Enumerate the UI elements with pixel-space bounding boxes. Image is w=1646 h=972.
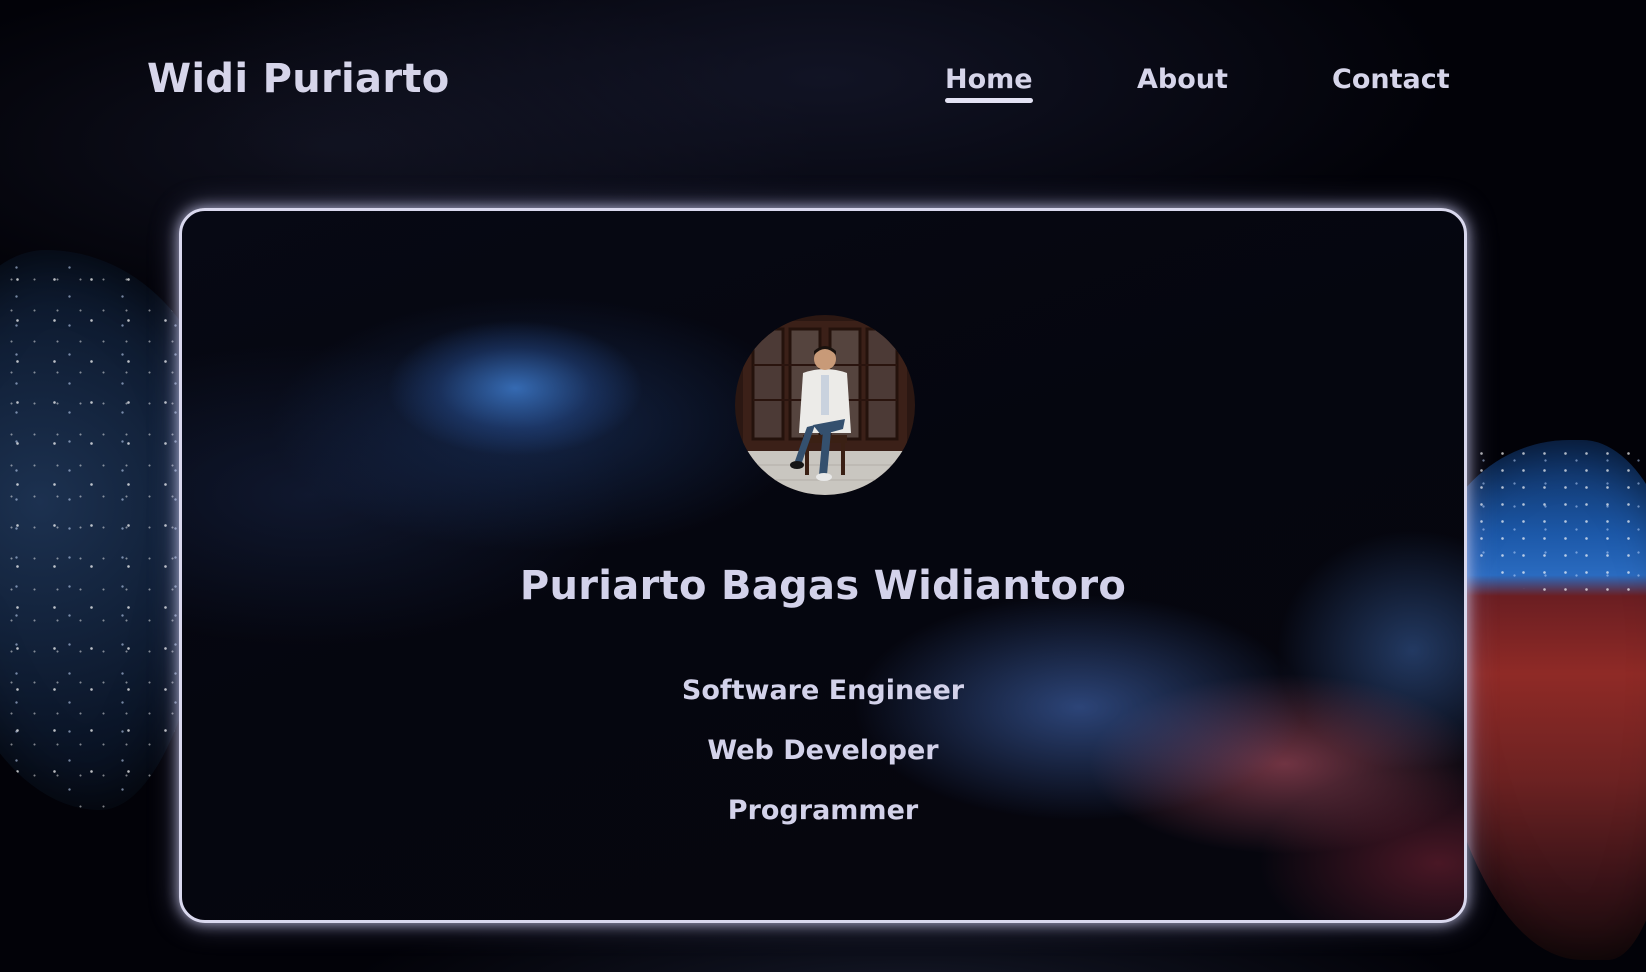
role-item: Web Developer bbox=[707, 735, 939, 766]
profile-photo-avatar bbox=[735, 315, 915, 495]
nav-link-contact[interactable]: Contact bbox=[1332, 64, 1450, 101]
nav-link-about[interactable]: About bbox=[1137, 64, 1228, 101]
main-nav: Home About Contact bbox=[0, 64, 1646, 114]
role-item: Programmer bbox=[727, 795, 919, 826]
hero-name: Puriarto Bagas Widiantoro bbox=[519, 563, 1127, 609]
role-list: Software Engineer Web Developer Programm… bbox=[182, 671, 1464, 851]
site-header: Widi Puriarto Home About Contact bbox=[0, 0, 1646, 160]
role-item: Software Engineer bbox=[681, 675, 965, 706]
nav-link-home[interactable]: Home bbox=[945, 64, 1033, 103]
profile-photo-icon bbox=[735, 315, 915, 495]
hero-card: Puriarto Bagas Widiantoro Software Engin… bbox=[179, 208, 1467, 923]
